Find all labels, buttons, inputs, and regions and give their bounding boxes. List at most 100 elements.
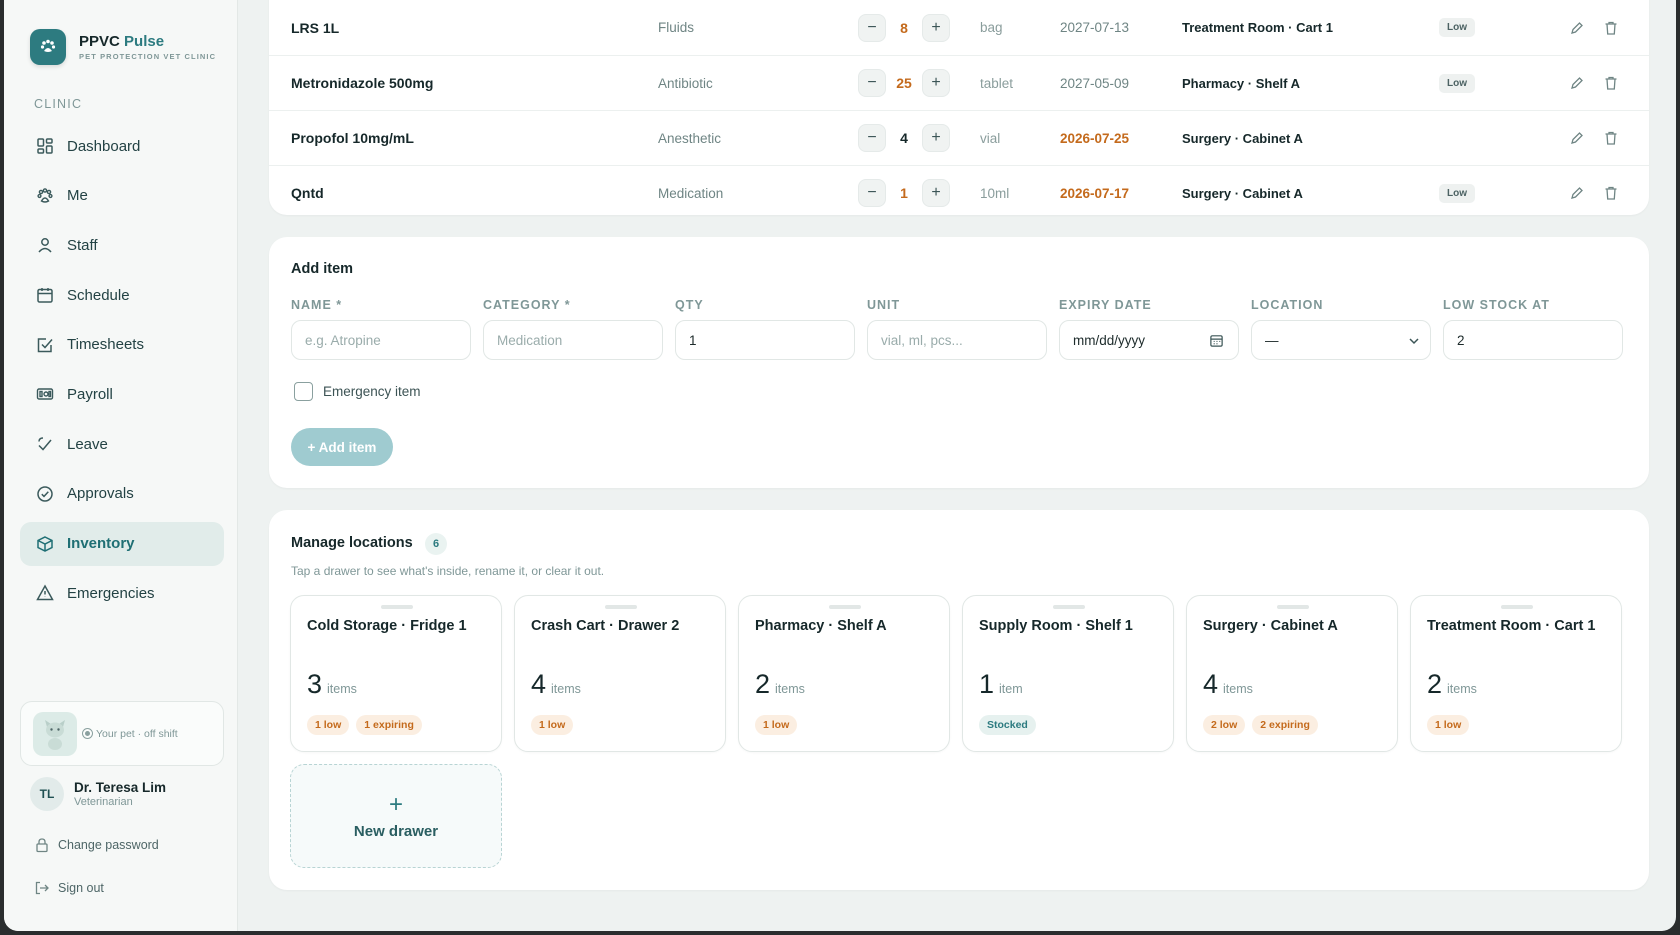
status-badge: Low	[1439, 73, 1475, 93]
decrement-button[interactable]: −	[858, 13, 886, 42]
drawer-card[interactable]: Pharmacy · Shelf A 2 items 1 low	[738, 595, 950, 752]
decrement-button[interactable]: −	[858, 179, 886, 207]
decrement-button[interactable]: −	[858, 69, 886, 97]
add-item-form: Add item NAME * e.g. Atropine CATEGORY *…	[269, 237, 1649, 488]
new-drawer-button[interactable]: + New drawer	[290, 764, 502, 868]
drawer-card[interactable]: Surgery · Cabinet A 4 items 2 low 2 expir…	[1186, 595, 1398, 752]
drawer-item-unit: items	[1447, 682, 1477, 696]
drawer-card[interactable]: Treatment Room · Cart 1 2 items 1 low	[1410, 595, 1622, 752]
status-badge: 1 low	[755, 715, 798, 735]
drawer-card[interactable]: Supply Room · Shelf 1 1 item Stocked	[962, 595, 1174, 752]
pet-avatar	[33, 711, 77, 756]
sidebar-item-staff[interactable]: Staff	[20, 223, 224, 267]
drawer-item-count: 2	[1427, 669, 1443, 699]
plus-icon: +	[388, 790, 403, 818]
expiry-label: EXPIRY DATE	[1059, 298, 1152, 312]
low-stock-input[interactable]: 2	[1443, 320, 1623, 360]
locations-count-badge: 6	[425, 533, 447, 555]
drawer-item-unit: items	[1223, 682, 1253, 696]
increment-button[interactable]: +	[922, 13, 950, 42]
sidebar-item-label: Approvals	[67, 485, 134, 503]
quantity-value: 4	[900, 130, 908, 146]
drawer-handle	[605, 605, 637, 609]
edit-icon[interactable]	[1569, 75, 1585, 91]
item-category: Fluids	[658, 20, 695, 35]
edit-icon[interactable]	[1569, 20, 1585, 36]
trash-icon[interactable]	[1603, 130, 1619, 146]
item-unit: bag	[980, 20, 1003, 35]
item-unit: 10ml	[980, 185, 1010, 201]
emergency-checkbox-row[interactable]: Emergency item	[294, 382, 421, 401]
drawer-handle	[1277, 605, 1309, 609]
drawer-handle	[1501, 605, 1533, 609]
pet-status-card[interactable]: Your pet · off shift	[20, 701, 224, 766]
decrement-button[interactable]: −	[858, 124, 886, 152]
category-input[interactable]: Medication	[483, 320, 663, 360]
table-row[interactable]: Qntd Medication − 1 + 10ml 2026-07-17 Su…	[269, 165, 1649, 220]
status-badge: 1 low	[1427, 715, 1470, 735]
increment-button[interactable]: +	[922, 179, 950, 207]
chevron-down-icon	[1409, 338, 1419, 345]
trash-icon[interactable]	[1603, 20, 1619, 36]
expiry-date-input[interactable]: mm/dd/yyyy	[1059, 320, 1239, 360]
sidebar-item-me[interactable]: Me	[20, 174, 224, 218]
sidebar-item-timesheets[interactable]: Timesheets	[20, 323, 224, 367]
leave-icon	[38, 437, 52, 451]
emergency-checkbox[interactable]	[294, 382, 313, 401]
table-row[interactable]: Propofol 10mg/mL Anesthetic − 4 + vial 2…	[269, 110, 1649, 165]
increment-button[interactable]: +	[922, 124, 950, 152]
table-row[interactable]: LRS 1L Fluids − 8 + bag 2027-07-13 Treat…	[269, 0, 1649, 55]
item-name: LRS 1L	[291, 19, 340, 36]
drawer-handle	[1053, 605, 1085, 609]
increment-button[interactable]: +	[922, 69, 950, 97]
unit-input[interactable]: vial, ml, pcs...	[867, 320, 1047, 360]
sidebar-item-schedule[interactable]: Schedule	[20, 273, 224, 317]
drawer-name: Pharmacy · Shelf A	[755, 618, 887, 634]
name-input[interactable]: e.g. Atropine	[291, 320, 471, 360]
drawer-item-count: 4	[1203, 669, 1219, 699]
status-badge: 2 low	[1203, 715, 1246, 735]
unit-label: UNIT	[867, 298, 901, 312]
sidebar-item-label: Dashboard	[67, 137, 141, 155]
user-profile[interactable]: TL Dr. Teresa Lim Veterinarian	[30, 777, 166, 811]
drawer-item-unit: items	[551, 682, 581, 696]
item-expiry: 2026-07-25	[1060, 130, 1130, 146]
brand-name: PPVC Pulse	[79, 33, 165, 50]
change-password-link[interactable]: Change password	[34, 837, 159, 853]
add-item-button[interactable]: + Add item	[291, 428, 393, 466]
sidebar-item-approvals[interactable]: Approvals	[20, 472, 224, 516]
trash-icon[interactable]	[1603, 185, 1619, 201]
item-location: Surgery · Cabinet A	[1182, 185, 1303, 201]
calendar-icon	[37, 288, 53, 303]
sidebar-item-dashboard[interactable]: Dashboard	[20, 124, 224, 168]
locations-subtitle: Tap a drawer to see what's inside, renam…	[291, 564, 605, 578]
avatar: TL	[30, 777, 64, 811]
name-label: NAME *	[291, 298, 343, 312]
add-item-title: Add item	[291, 261, 354, 277]
sidebar-item-label: Emergencies	[67, 584, 155, 602]
quantity-value: 25	[896, 75, 912, 91]
edit-icon[interactable]	[1569, 130, 1585, 146]
paw-icon	[37, 187, 53, 203]
table-row[interactable]: Metronidazole 500mg Antibiotic − 25 + ta…	[269, 55, 1649, 110]
sidebar-item-label: Schedule	[67, 286, 130, 304]
sidebar-item-payroll[interactable]: Payroll	[20, 372, 224, 416]
sidebar-item-inventory[interactable]: Inventory	[20, 521, 224, 566]
qty-input[interactable]: 1	[675, 320, 855, 360]
drawer-item-count: 3	[307, 669, 323, 699]
sidebar-item-label: Me	[67, 187, 88, 205]
drawer-item-count: 4	[531, 669, 547, 699]
sidebar-item-leave[interactable]: Leave	[20, 422, 224, 466]
calendar-icon[interactable]	[1209, 333, 1224, 348]
sign-out-link[interactable]: Sign out	[34, 880, 104, 896]
sidebar-item-emergencies[interactable]: Emergencies	[20, 571, 224, 615]
trash-icon[interactable]	[1603, 75, 1619, 91]
item-location: Surgery · Cabinet A	[1182, 130, 1303, 146]
drawer-card[interactable]: Crash Cart · Drawer 2 4 items 1 low	[514, 595, 726, 752]
item-unit: tablet	[980, 75, 1014, 91]
edit-icon[interactable]	[1569, 185, 1585, 201]
item-category: Antibiotic	[658, 75, 713, 91]
location-select[interactable]: —	[1251, 320, 1431, 360]
brand[interactable]: PPVC Pulse PET PROTECTION VET CLINIC	[30, 29, 216, 65]
drawer-card[interactable]: Cold Storage · Fridge 1 3 items 1 low 1 e…	[290, 595, 502, 752]
